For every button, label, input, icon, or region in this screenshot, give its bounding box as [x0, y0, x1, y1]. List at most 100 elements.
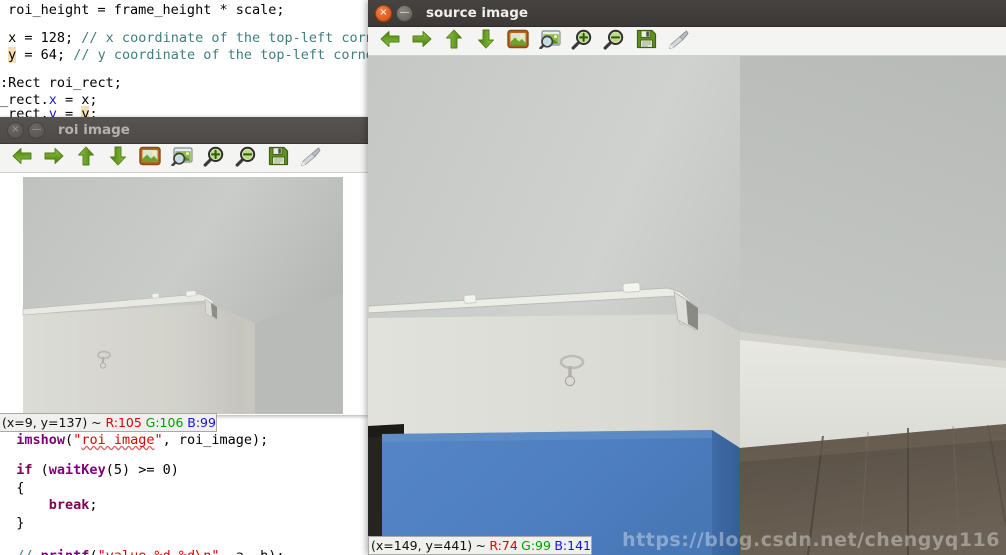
source-properties-button[interactable] — [662, 28, 694, 55]
roi-window-minimize-button[interactable]: — — [28, 121, 45, 139]
pan-right-icon — [411, 28, 433, 54]
pan-left-icon — [11, 145, 33, 171]
zoom-original-icon — [171, 146, 193, 170]
code-editor-clipped-line: // printf("value %d %d\n", a, b); — [0, 546, 368, 555]
source-window-toolbar[interactable] — [368, 27, 1006, 56]
code-token: break — [48, 497, 90, 513]
roi-zoom-out-button[interactable] — [230, 145, 262, 172]
pan-down-icon — [107, 145, 129, 171]
code-token: if — [16, 462, 33, 478]
roi-photo-svg — [0, 173, 368, 415]
pan-right-icon — [43, 145, 65, 171]
screen: roi_height = frame_height * scale; x = 1… — [0, 0, 1006, 555]
zoom-out-icon — [603, 29, 625, 54]
source-status-coordinates: (x=149, y=441) — [371, 538, 473, 553]
save-icon — [268, 146, 289, 170]
source-pan-right-button[interactable] — [406, 28, 438, 55]
source-image-canvas[interactable]: https://blog.csdn.net/chengyq116 — [368, 56, 1006, 555]
source-fit-image-button[interactable] — [502, 28, 534, 55]
pan-up-icon — [75, 145, 97, 171]
minimize-icon: — — [31, 124, 42, 135]
code-token: ( — [105, 462, 114, 478]
pan-up-icon — [443, 28, 465, 54]
code-line: break; — [0, 495, 98, 515]
source-image-window[interactable]: × — source image https://blog.csdn.net/c… — [368, 0, 1006, 555]
source-zoom-in-button[interactable] — [566, 28, 598, 55]
roi-save-button[interactable] — [262, 145, 294, 172]
roi-status-blue: B:99 — [187, 415, 216, 430]
roi-pan-up-button[interactable] — [70, 145, 102, 172]
code-line: roi_height = frame_height * scale; — [0, 0, 284, 20]
roi-window-titlebar[interactable]: × — roi image — [0, 117, 368, 144]
code-token: printf — [41, 548, 90, 555]
close-icon: × — [379, 7, 388, 18]
code-token: // y coordinate of the top-left corne — [73, 47, 374, 63]
code-token: "value %d %d\n" — [98, 548, 220, 555]
pan-left-icon — [379, 28, 401, 54]
close-icon: × — [11, 124, 20, 135]
source-pan-left-button[interactable] — [374, 28, 406, 55]
source-zoom-original-button[interactable] — [534, 28, 566, 55]
minimize-icon: — — [399, 7, 410, 18]
fit-image-icon — [507, 29, 529, 53]
zoom-out-icon — [235, 146, 257, 171]
save-icon — [636, 29, 657, 53]
roi-photo — [0, 173, 368, 415]
code-token: ; — [65, 30, 82, 46]
roi-image-canvas[interactable] — [0, 173, 368, 415]
code-token: x = — [0, 30, 41, 46]
code-token: // x coordinate of the top-left corn — [81, 30, 374, 46]
source-status-blue: B:141 — [554, 538, 591, 553]
roi-status-tilde: ~ — [91, 415, 102, 430]
code-token: ) >= — [121, 462, 163, 478]
code-token: ; — [89, 497, 98, 513]
roi-status-green: G:106 — [145, 415, 184, 430]
source-status-green: G:99 — [521, 538, 551, 553]
roi-zoom-in-button[interactable] — [198, 145, 230, 172]
roi-properties-button[interactable] — [294, 145, 326, 172]
source-window-titlebar[interactable]: × — source image — [368, 0, 1006, 27]
code-token: roi_height = frame_height * scale; — [0, 2, 285, 18]
source-window-close-button[interactable]: × — [375, 4, 392, 22]
code-token: 64 — [40, 47, 57, 63]
code-token: " — [154, 432, 163, 448]
code-token: roi image — [81, 432, 155, 448]
roi-zoom-original-button[interactable] — [166, 145, 198, 172]
source-photo-svg — [368, 56, 1006, 555]
code-token: { — [0, 480, 25, 496]
source-save-button[interactable] — [630, 28, 662, 55]
zoom-original-icon — [539, 29, 561, 53]
zoom-in-icon — [203, 146, 225, 171]
source-pan-down-button[interactable] — [470, 28, 502, 55]
roi-pan-left-button[interactable] — [6, 145, 38, 172]
source-pan-up-button[interactable] — [438, 28, 470, 55]
roi-window-title: roi image — [58, 122, 130, 138]
source-window-minimize-button[interactable]: — — [396, 4, 413, 22]
zoom-in-icon — [571, 29, 593, 54]
source-status-bar: (x=149, y=441) ~ R:74 G:99 B:141 — [368, 536, 592, 555]
roi-window-close-button[interactable]: × — [7, 121, 24, 139]
code-token: , roi_image); — [162, 432, 269, 448]
source-status-tilde: ~ — [475, 538, 487, 553]
code-line: } — [0, 513, 24, 533]
code-token: // — [16, 548, 40, 555]
source-window-title: source image — [426, 5, 529, 21]
roi-status-red: R:105 — [105, 415, 142, 430]
code-token: 0 — [162, 462, 171, 478]
roi-pan-down-button[interactable] — [102, 145, 134, 172]
roi-fit-image-button[interactable] — [134, 145, 166, 172]
roi-window-toolbar[interactable] — [0, 144, 368, 173]
roi-status-bar: (x=9, y=137) ~ R:105 G:106 B:99 — [0, 413, 217, 432]
code-token: ; — [56, 47, 74, 63]
code-token: ( — [65, 432, 74, 448]
properties-icon — [299, 146, 321, 171]
code-token: waitKey — [48, 462, 106, 478]
roi-pan-right-button[interactable] — [38, 145, 70, 172]
roi-image-window[interactable]: × — roi image — [0, 117, 368, 415]
source-photo — [368, 56, 1006, 555]
properties-icon — [667, 29, 689, 54]
source-zoom-out-button[interactable] — [598, 28, 630, 55]
source-status-red: R:74 — [489, 538, 518, 553]
